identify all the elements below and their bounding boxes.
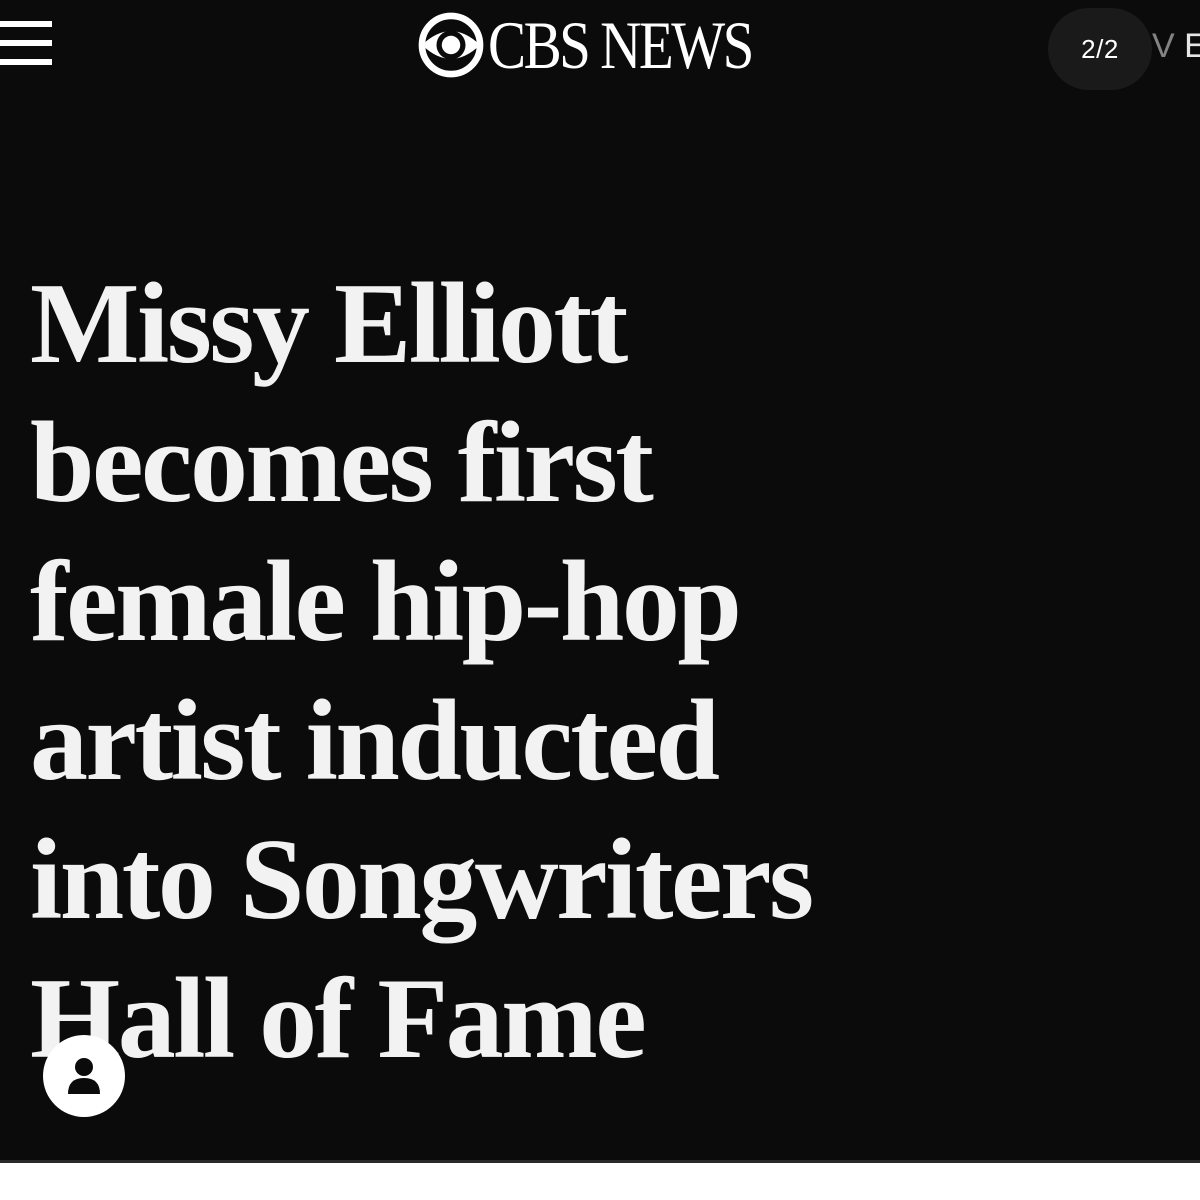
headline-line: female hip-hop bbox=[30, 538, 742, 666]
live-fragment-e: E bbox=[1184, 27, 1200, 65]
user-account-icon bbox=[68, 1058, 100, 1094]
headline-line: Missy Elliott bbox=[30, 260, 628, 388]
cbs-news-logo[interactable]: CBS NEWS bbox=[418, 10, 802, 80]
live-label-fragment: V E bbox=[1152, 26, 1200, 66]
hamburger-menu-icon[interactable] bbox=[0, 18, 56, 74]
image-counter-badge: 2/2 bbox=[1048, 8, 1152, 90]
live-fragment-v: V bbox=[1152, 27, 1175, 65]
bottom-white-strip bbox=[0, 1163, 1200, 1200]
headline-line: Hall of Fame bbox=[30, 955, 647, 1083]
logo-wordmark: CBS NEWS bbox=[488, 7, 754, 83]
cbs-eye-icon bbox=[418, 12, 484, 78]
headline-line: artist inducted bbox=[30, 677, 720, 805]
account-button[interactable] bbox=[43, 1035, 125, 1117]
image-counter-text: 2/2 bbox=[1081, 33, 1119, 64]
menu-bar bbox=[0, 21, 52, 27]
headline-line: becomes first bbox=[30, 399, 654, 527]
menu-bar bbox=[0, 40, 52, 46]
screenshot-screen: CBS NEWS 2/2 V E Missy Elliott becomes f… bbox=[0, 0, 1200, 1163]
menu-bar bbox=[0, 59, 52, 65]
headline-line: into Songwriters bbox=[30, 816, 814, 944]
article-headline: Missy Elliott becomes first female hip-h… bbox=[30, 255, 1180, 1089]
